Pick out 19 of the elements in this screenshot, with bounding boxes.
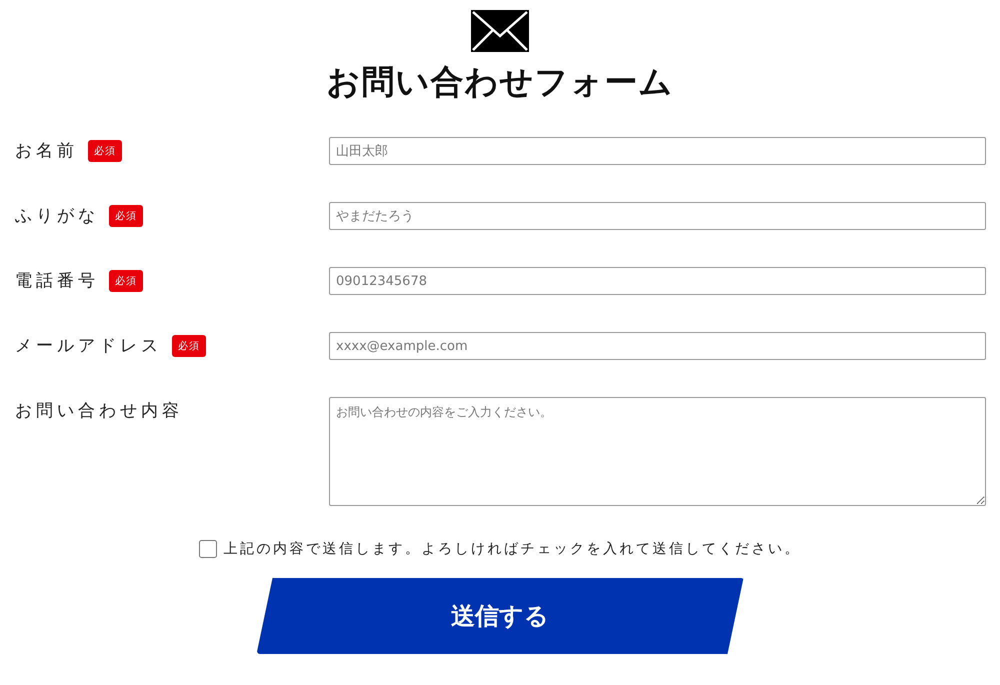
required-badge: 必須 <box>109 204 143 226</box>
input-field[interactable]: xxxx@example.com <box>329 332 986 360</box>
field-label: ふりがな <box>15 205 99 227</box>
input-field[interactable]: 09012345678 <box>329 267 986 295</box>
input-field[interactable]: 山田太郎 <box>329 137 986 165</box>
input-field[interactable]: やまだたろう <box>329 202 986 230</box>
field-label: メールアドレス <box>15 335 162 357</box>
field-label: お問い合わせ内容 <box>15 400 183 422</box>
required-badge: 必須 <box>172 334 206 356</box>
field-label: 電話番号 <box>15 270 99 292</box>
message-field[interactable]: お問い合わせの内容をご入力ください。 <box>329 397 986 506</box>
required-badge: 必須 <box>109 270 143 292</box>
envelope-icon <box>471 10 529 52</box>
form-title: お問い合わせフォーム <box>326 61 674 103</box>
consent-checkbox[interactable] <box>199 540 218 558</box>
submit-button[interactable]: 送信する <box>256 578 744 654</box>
required-badge: 必須 <box>88 140 122 162</box>
field-label: お名前 <box>15 140 78 162</box>
consent-label: 上記の内容で送信します。よろしければチェックを入れて送信してください。 <box>223 540 801 558</box>
